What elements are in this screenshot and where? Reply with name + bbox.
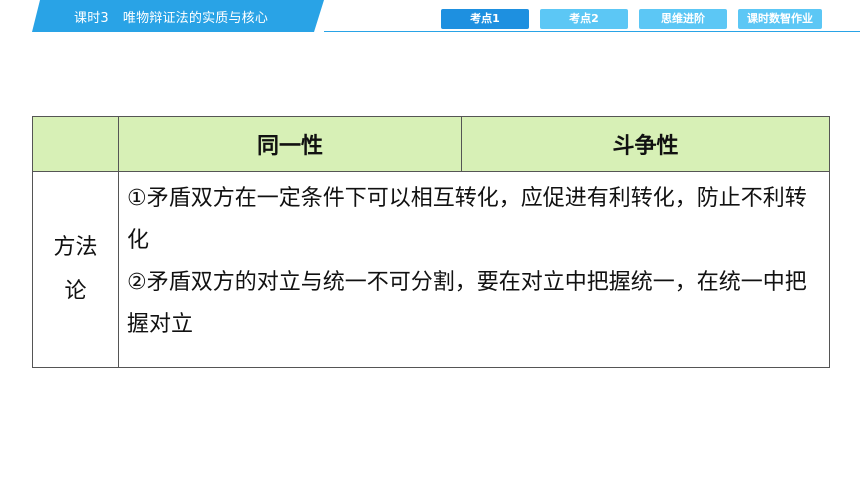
methodology-content: ①矛盾双方在一定条件下可以相互转化，应促进有利转化，防止不利转化 ②矛盾双方的对… [118, 171, 830, 368]
row-header-line: 方法 [53, 234, 98, 260]
row-header-methodology: 方法 论 [32, 171, 119, 368]
table-corner-cell [32, 116, 119, 172]
methodology-point-1: ①矛盾双方在一定条件下可以相互转化，应促进有利转化，防止不利转化 [127, 186, 807, 253]
top-bar: 课时3 唯物辩证法的实质与核心 考点1 考点2 思维进阶 课时数智作业 [0, 0, 860, 32]
tab-kaodian-1[interactable]: 考点1 [441, 9, 529, 29]
tab-thinking-advance[interactable]: 思维进阶 [639, 9, 727, 29]
tab-homework[interactable]: 课时数智作业 [738, 9, 822, 29]
table-header-row: 同一性 斗争性 [32, 116, 830, 172]
lesson-title: 课时3 唯物辩证法的实质与核心 [74, 7, 268, 26]
table-row: 方法 论 ①矛盾双方在一定条件下可以相互转化，应促进有利转化，防止不利转化 ②矛… [32, 171, 830, 368]
comparison-table: 同一性 斗争性 方法 论 ①矛盾双方在一定条件下可以相互转化，应促进有利转化，防… [32, 116, 830, 368]
lesson-name: 唯物辩证法的实质与核心 [122, 11, 269, 26]
lesson-number: 课时3 [74, 11, 109, 26]
header-unity: 同一性 [118, 116, 462, 172]
tab-kaodian-2[interactable]: 考点2 [540, 9, 628, 29]
methodology-point-2: ②矛盾双方的对立与统一不可分割，要在对立中把握统一，在统一中把握对立 [127, 270, 807, 337]
header-struggle: 斗争性 [461, 116, 830, 172]
header-divider [324, 31, 860, 32]
row-header-line: 论 [64, 278, 87, 304]
